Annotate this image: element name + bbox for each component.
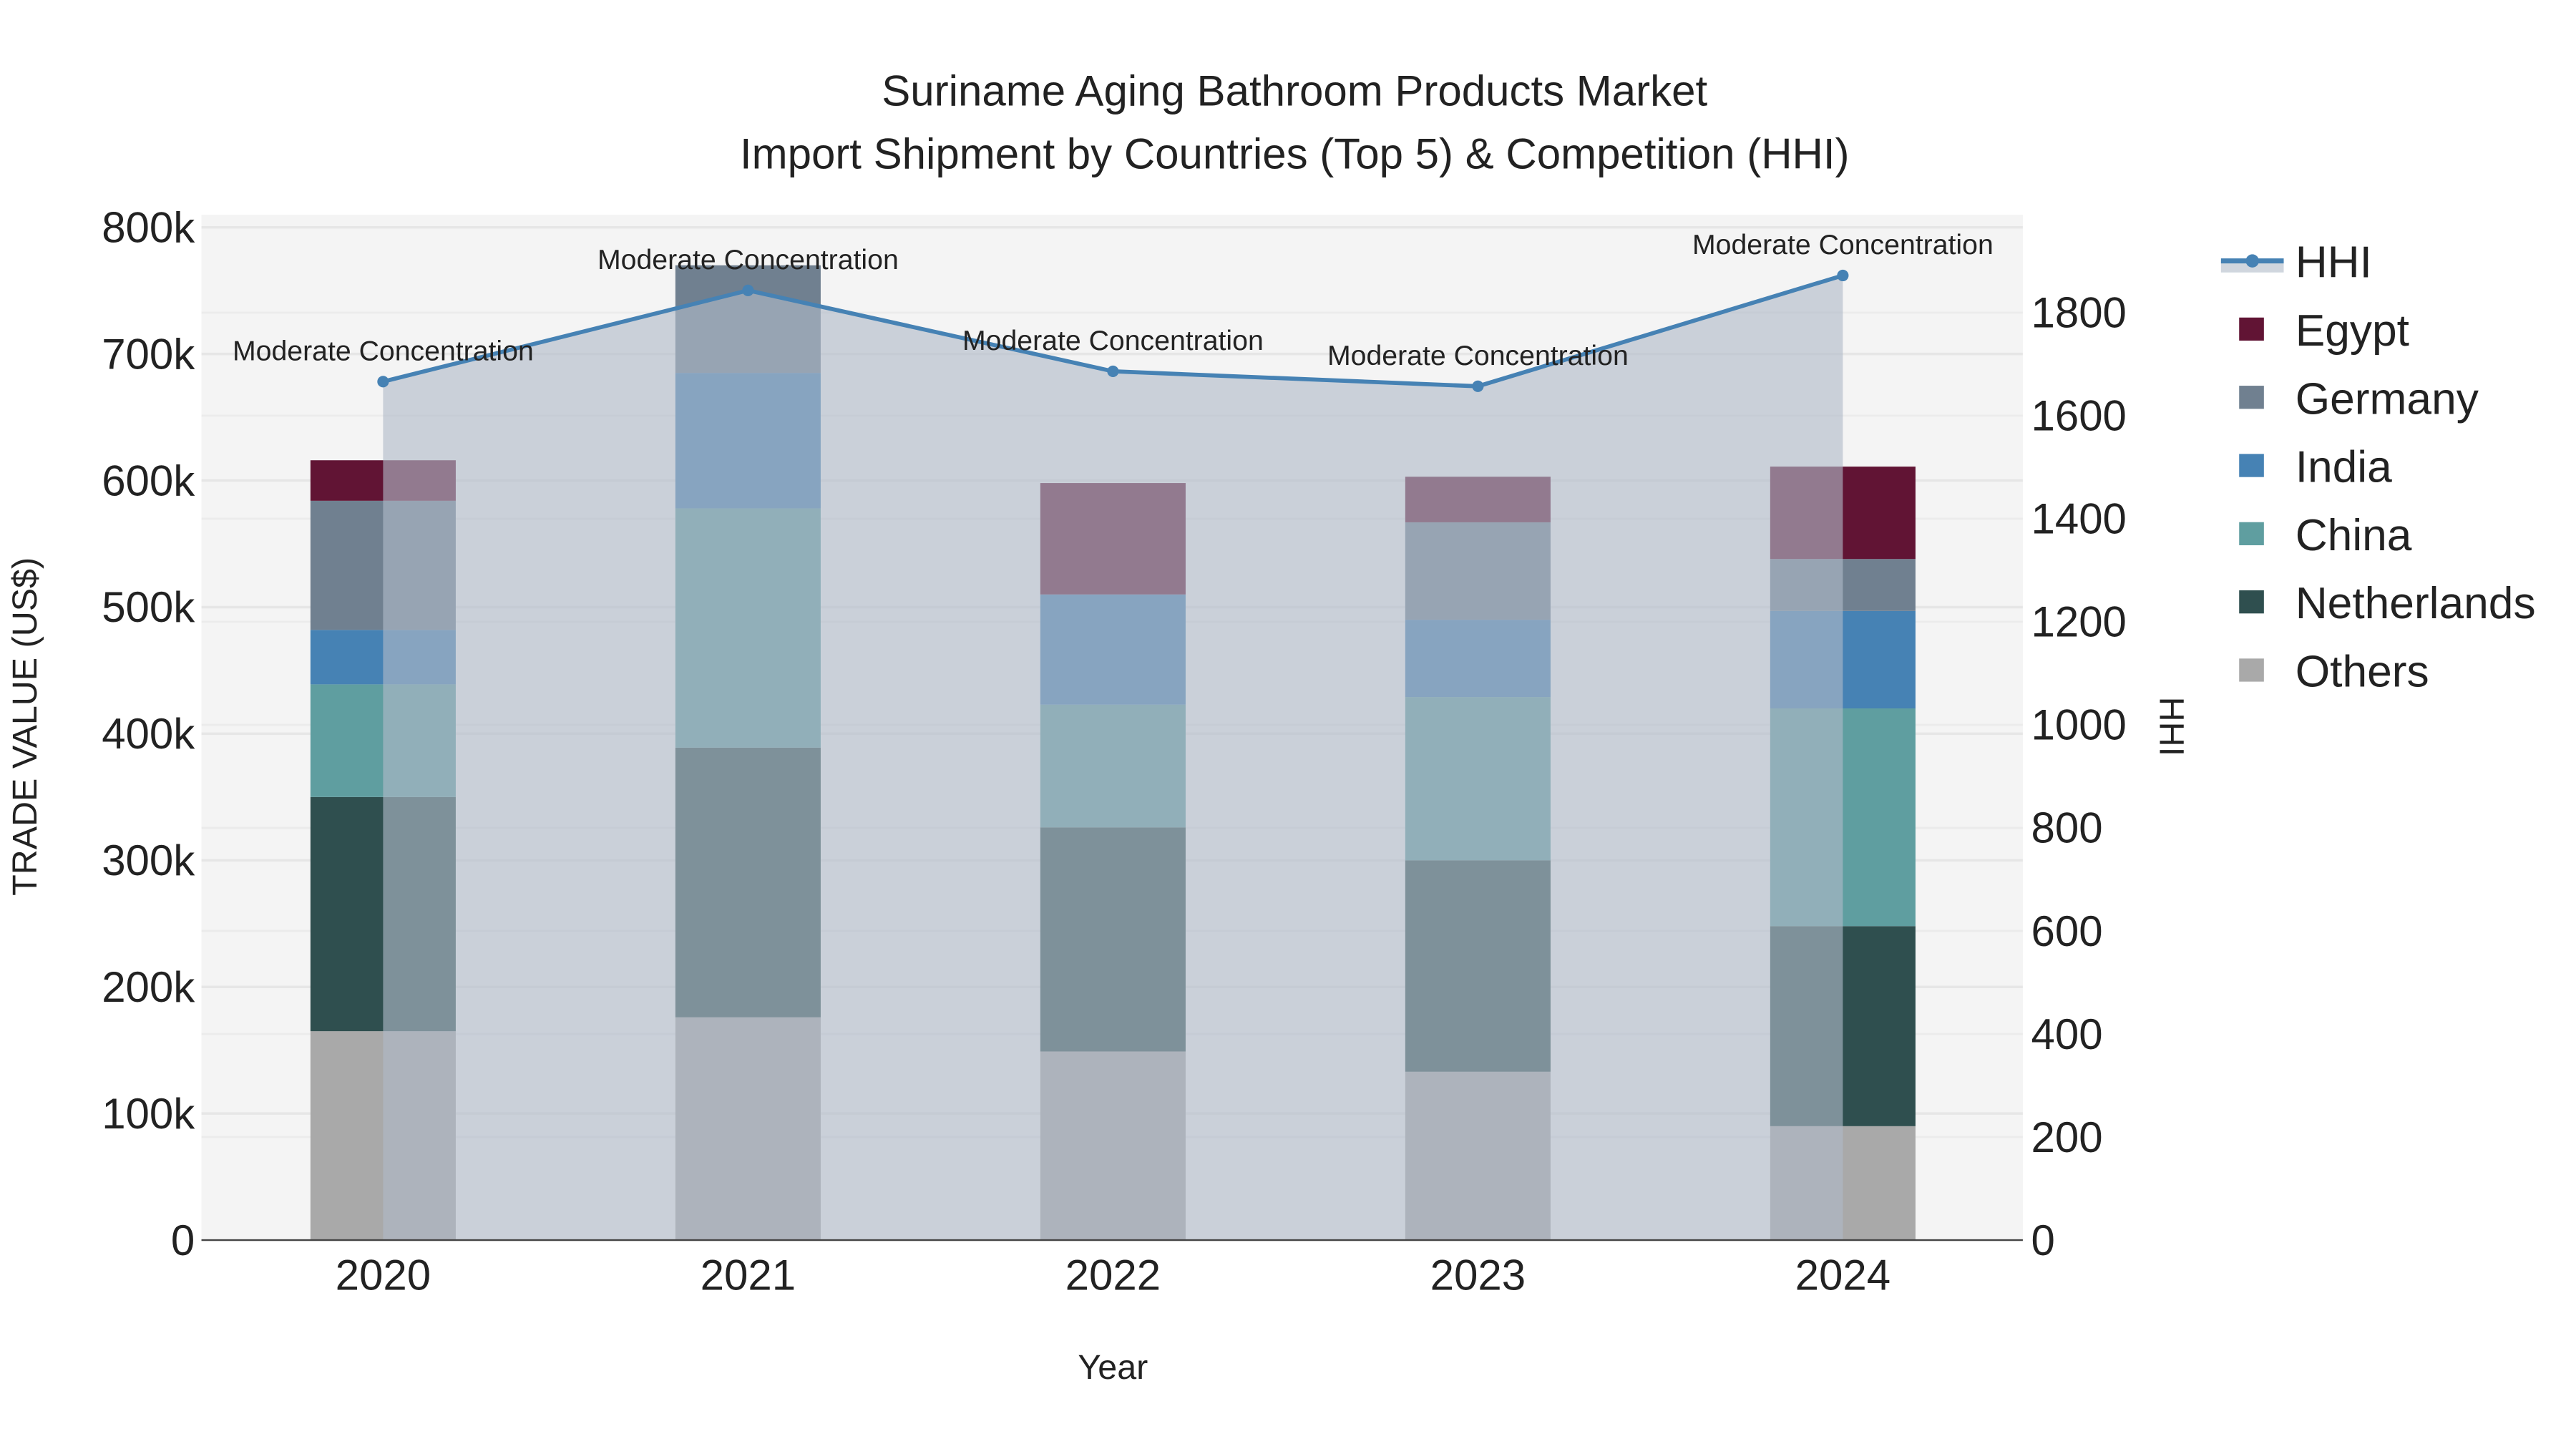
hhi-point-2024[interactable] [1837,269,1849,282]
legend-item-egypt[interactable]: Egypt [2296,306,2409,356]
y-tick-label: 100k [102,1090,195,1138]
y-tick-label: 700k [102,330,195,378]
y2-tick-label: 800 [2031,804,2102,852]
y2-tick-label: 400 [2031,1010,2102,1058]
hhi-annotation: Moderate Concentration [233,335,534,366]
legend-item-germany[interactable]: Germany [2296,374,2479,424]
y2-axis-title: HHI [2152,697,2190,756]
legend-item-netherlands[interactable]: Netherlands [2296,579,2536,628]
y-tick-label: 400k [102,710,195,758]
y2-tick-label: 600 [2031,907,2102,955]
legend-item-china[interactable]: China [2296,511,2412,560]
legend-swatch-netherlands [2239,590,2264,614]
x-tick-label: 2022 [1065,1251,1161,1299]
hhi-annotation: Moderate Concentration [597,244,899,275]
hhi-annotation: Moderate Concentration [962,325,1264,356]
legend-item-india[interactable]: India [2296,443,2392,492]
y-tick-label: 300k [102,836,195,884]
x-tick-label: 2024 [1795,1251,1890,1299]
chart-title-line1: Suriname Aging Bathroom Products Market [882,67,1707,115]
legend-swatch-china [2239,522,2264,545]
legend-hhi-marker [2245,254,2259,268]
y2-tick-label: 1200 [2031,598,2126,646]
y2-tick-label: 1000 [2031,701,2126,749]
legend-item-others[interactable]: Others [2296,648,2429,697]
hhi-point-2022[interactable] [1107,365,1119,377]
y-tick-label: 500k [102,583,195,631]
legend-swatch-germany [2239,386,2264,409]
y2-tick-label: 0 [2031,1216,2054,1264]
legend-swatch-india [2239,454,2264,477]
hhi-annotation: Moderate Concentration [1327,340,1629,371]
y-tick-label: 200k [102,963,195,1011]
x-tick-label: 2023 [1430,1251,1526,1299]
legend-item-hhi[interactable]: HHI [2296,238,2372,288]
y2-tick-label: 1600 [2031,392,2126,440]
hhi-point-2023[interactable] [1472,380,1484,392]
y2-tick-label: 1400 [2031,495,2126,543]
legend-swatch-others [2239,658,2264,682]
x-tick-label: 2020 [336,1251,431,1299]
hhi-annotation: Moderate Concentration [1692,229,1994,260]
y2-tick-label: 200 [2031,1113,2102,1161]
y2-tick-label: 1800 [2031,289,2126,337]
legend-swatch-egypt [2239,317,2264,341]
y-axis-title: TRADE VALUE (US$) [6,557,44,896]
x-axis-title: Year [1078,1348,1148,1387]
hhi-area [383,275,1843,1241]
hhi-point-2020[interactable] [377,376,389,388]
chart-title-line2: Import Shipment by Countries (Top 5) & C… [740,130,1850,177]
y-tick-label: 800k [102,203,195,251]
hhi-point-2021[interactable] [742,284,754,296]
y-tick-label: 600k [102,457,195,504]
chart: Moderate Concentration Moderate Concentra… [0,0,2576,1449]
x-tick-label: 2021 [701,1251,796,1299]
y-tick-label: 0 [171,1216,195,1264]
